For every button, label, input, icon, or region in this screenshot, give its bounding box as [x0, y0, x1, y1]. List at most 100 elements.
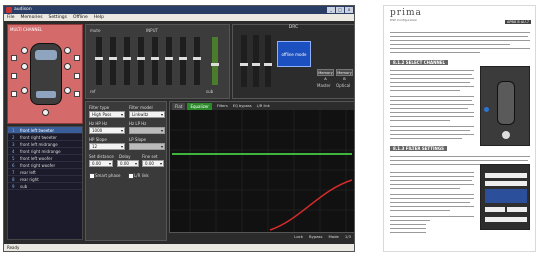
- channel-right-button-3[interactable]: [74, 91, 80, 97]
- menu-help[interactable]: Help: [94, 14, 104, 21]
- slider-thumb[interactable]: [151, 57, 159, 60]
- mode-option[interactable]: Mode: [329, 234, 339, 241]
- channel-item[interactable]: 2 front right tweeter: [8, 134, 82, 141]
- slider-thumb[interactable]: [95, 57, 103, 60]
- maximize-button[interactable]: □: [336, 7, 344, 13]
- filter-type-select[interactable]: High Pass: [89, 111, 125, 118]
- response-plot[interactable]: [170, 110, 354, 232]
- mute-label: mute: [90, 28, 101, 33]
- sub-level-slider[interactable]: [211, 37, 219, 85]
- text-line: [390, 164, 490, 166]
- channel-left-button-3[interactable]: [11, 91, 17, 97]
- slider-thumb[interactable]: [165, 57, 173, 60]
- speaker-front-left-icon[interactable]: [21, 47, 28, 54]
- app-window: audison _ □ x File Memories Settings Off…: [3, 5, 355, 252]
- speaker-front-right-icon[interactable]: [64, 47, 71, 54]
- text-line: [390, 134, 474, 136]
- smart-phase-checkbox[interactable]: [89, 173, 95, 179]
- slider-thumb[interactable]: [252, 63, 260, 66]
- filter-model-select[interactable]: Linkwitz: [129, 111, 165, 118]
- car-diagram: [30, 43, 62, 105]
- speaker-rear-left-icon[interactable]: [21, 87, 28, 94]
- speaker-rear-right-icon[interactable]: [64, 87, 71, 94]
- menu-memories[interactable]: Memories: [21, 14, 43, 21]
- text-line: [390, 130, 470, 132]
- level-slider-1[interactable]: [95, 37, 103, 85]
- slider-thumb[interactable]: [123, 57, 131, 60]
- memory-a-button[interactable]: Memory A: [317, 69, 334, 81]
- level-slider-5[interactable]: [151, 37, 159, 85]
- octave-option[interactable]: 1/3: [345, 234, 351, 241]
- text-line: [390, 82, 470, 84]
- lp-freq-select[interactable]: [129, 127, 165, 134]
- memory-b-button[interactable]: Memory B: [336, 69, 353, 81]
- filters-option[interactable]: Filters: [217, 104, 228, 108]
- dsp-panel: DRC offline mode Memory A Memory B Maste…: [232, 24, 355, 99]
- channel-item[interactable]: 4 front right midrange: [8, 148, 82, 155]
- lock-option[interactable]: Lock: [294, 234, 303, 241]
- slider-thumb[interactable]: [179, 57, 187, 60]
- tab-flat[interactable]: Flat: [172, 102, 186, 110]
- lr-link-checkbox[interactable]: [128, 173, 134, 179]
- slider-thumb[interactable]: [109, 57, 117, 60]
- input-label: INPUT: [146, 28, 158, 33]
- level-slider-6[interactable]: [165, 37, 173, 85]
- dsp-slider-3[interactable]: [264, 35, 272, 87]
- level-slider-8[interactable]: [193, 37, 201, 85]
- slider-thumb[interactable]: [240, 63, 248, 66]
- bypass-option[interactable]: Bypass: [309, 234, 323, 241]
- channel-left-button-1[interactable]: [11, 55, 17, 61]
- menu-settings[interactable]: Settings: [49, 14, 67, 21]
- subwoofer-icon[interactable]: [42, 109, 49, 116]
- text-line: [390, 74, 472, 76]
- distance-input[interactable]: 0.00: [89, 160, 113, 167]
- lr-link-option[interactable]: L/R link: [257, 104, 270, 108]
- level-slider-3[interactable]: [123, 37, 131, 85]
- speaker-mid-right-icon[interactable]: [64, 63, 71, 70]
- menu-offline[interactable]: Offline: [73, 14, 88, 21]
- close-button[interactable]: x: [345, 7, 353, 13]
- slider-thumb[interactable]: [193, 57, 201, 60]
- channel-item[interactable]: 7 rear left: [8, 169, 82, 176]
- menu-file[interactable]: File: [7, 14, 15, 21]
- manual-page: prima DSP Configuration APBX 8 AU.7 8.1.…: [383, 5, 536, 252]
- text-line: [390, 126, 474, 128]
- slider-thumb[interactable]: [264, 63, 272, 66]
- text-line: [390, 172, 474, 174]
- eq-bypass-option[interactable]: EQ bypass: [233, 104, 252, 108]
- speaker-mid-left-icon[interactable]: [21, 63, 28, 70]
- manual-header-tag: APBX 8 AU.7: [504, 20, 531, 24]
- channel-item[interactable]: 8 rear right: [8, 176, 82, 183]
- level-mixer-panel: mute INPUT sub ref: [85, 24, 230, 99]
- channel-item[interactable]: 5 front left woofer: [8, 155, 82, 162]
- hp-slope-select[interactable]: 12: [89, 143, 125, 150]
- text-line: [390, 224, 426, 226]
- dsp-slider-1[interactable]: [240, 35, 248, 87]
- app-icon: [6, 7, 12, 13]
- level-slider-4[interactable]: [137, 37, 145, 85]
- channel-item[interactable]: 6 front right woofer: [8, 162, 82, 169]
- level-slider-7[interactable]: [179, 37, 187, 85]
- text-line: [390, 108, 468, 110]
- fine-set-input[interactable]: 0.00: [142, 160, 164, 167]
- lp-slope-select[interactable]: [129, 143, 165, 150]
- hp-freq-select[interactable]: 1000: [89, 127, 125, 134]
- delay-input[interactable]: 0.00: [117, 160, 139, 167]
- channel-left-button-2[interactable]: [11, 73, 17, 79]
- optical-label: Optical: [336, 83, 351, 88]
- level-slider-2[interactable]: [109, 37, 117, 85]
- channel-item[interactable]: 1 front left tweeter: [8, 127, 82, 134]
- dsp-slider-2[interactable]: [252, 35, 260, 87]
- slider-thumb[interactable]: [211, 63, 219, 66]
- slider-thumb[interactable]: [137, 57, 145, 60]
- minimize-button[interactable]: _: [327, 7, 335, 13]
- text-line: [390, 156, 530, 158]
- sub-label: sub: [206, 89, 214, 94]
- tab-equalizer[interactable]: Equalizer: [187, 102, 212, 110]
- channel-right-button-2[interactable]: [74, 73, 80, 79]
- channel-item[interactable]: 3 front left midrange: [8, 141, 82, 148]
- text-line: [390, 100, 472, 102]
- text-line: [390, 96, 474, 98]
- channel-right-button-1[interactable]: [74, 55, 80, 61]
- channel-item[interactable]: 9 sub: [8, 183, 82, 190]
